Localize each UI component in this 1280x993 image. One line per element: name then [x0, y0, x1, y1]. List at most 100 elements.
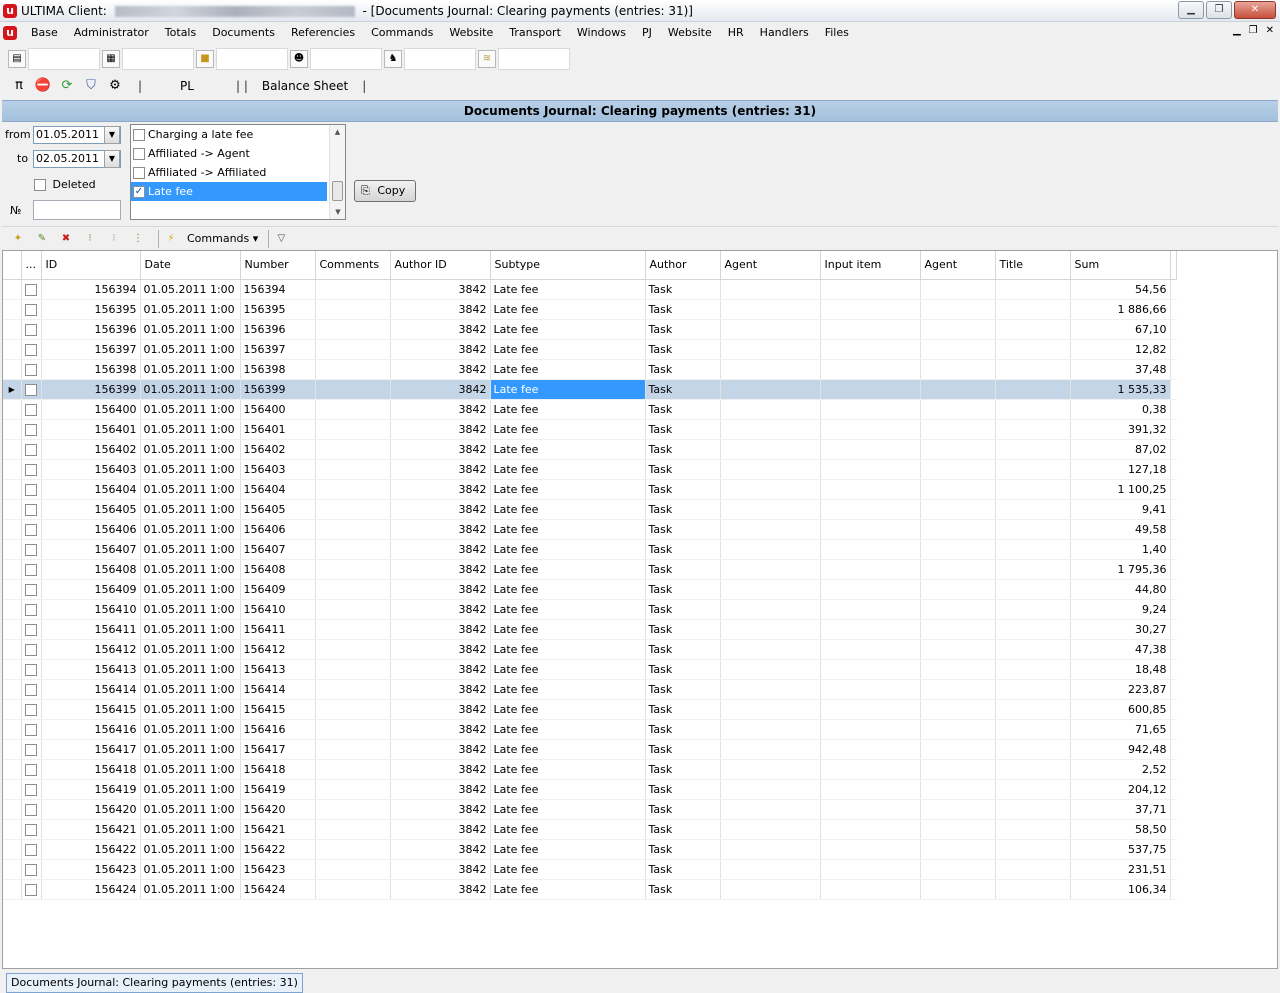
cell-comments[interactable] — [315, 339, 391, 360]
cell-agent-2[interactable] — [920, 699, 996, 720]
menu-item-referencies[interactable]: Referencies — [283, 22, 363, 44]
cell-number[interactable]: 156423 — [240, 859, 316, 880]
cell-number[interactable]: 156394 — [240, 279, 316, 300]
cell-agent[interactable] — [720, 499, 821, 520]
cell-agent-2[interactable] — [920, 319, 996, 340]
cell-date[interactable]: 01.05.2011 1:00 — [140, 399, 241, 420]
cell-author-id[interactable]: 3842 — [390, 839, 491, 860]
cell-author[interactable]: Task — [645, 499, 721, 520]
cell-sum[interactable]: 87,02 — [1070, 439, 1171, 460]
cell-number[interactable]: 156415 — [240, 699, 316, 720]
cell-date[interactable]: 01.05.2011 1:00 — [140, 779, 241, 800]
cell-date[interactable]: 01.05.2011 1:00 — [140, 559, 241, 580]
cell-author[interactable]: Task — [645, 459, 721, 480]
agent-icon[interactable]: ♞ — [384, 50, 402, 68]
number-input[interactable] — [33, 200, 121, 220]
cell-title[interactable] — [995, 859, 1071, 880]
cell-title[interactable] — [995, 659, 1071, 680]
cell-agent[interactable] — [720, 839, 821, 860]
cell-number[interactable]: 156399 — [240, 379, 316, 400]
cell-id[interactable]: 156423 — [41, 859, 141, 880]
cell-agent-2[interactable] — [920, 279, 996, 300]
cell-agent[interactable] — [720, 859, 821, 880]
cell-title[interactable] — [995, 359, 1071, 380]
edit-document-icon[interactable]: ✎ — [34, 231, 50, 247]
cell-subtype[interactable]: Late fee — [490, 419, 646, 440]
table-row[interactable]: 156417 01.05.2011 1:00 156417 3842 Late fee T… — [3, 739, 1177, 760]
cell-id[interactable]: 156422 — [41, 839, 141, 860]
row-checkbox[interactable] — [25, 863, 37, 876]
cell-author[interactable]: Task — [645, 339, 721, 360]
cell-id[interactable]: 156403 — [41, 459, 141, 480]
cell-date[interactable]: 01.05.2011 1:00 — [140, 879, 241, 900]
cell-sum[interactable]: 0,38 — [1070, 399, 1171, 420]
cell-number[interactable]: 156400 — [240, 399, 316, 420]
cell-number[interactable]: 156403 — [240, 459, 316, 480]
cell-input-item[interactable] — [820, 519, 921, 540]
cell-id[interactable]: 156414 — [41, 679, 141, 700]
cell-input-item[interactable] — [820, 759, 921, 780]
cell-number[interactable]: 156411 — [240, 619, 316, 640]
cell-title[interactable] — [995, 839, 1071, 860]
cell-agent-2[interactable] — [920, 459, 996, 480]
row-checkbox[interactable] — [25, 883, 37, 896]
settings-icon[interactable]: ⚙ — [106, 77, 124, 95]
table-row[interactable]: 156414 01.05.2011 1:00 156414 3842 Late fee T… — [3, 679, 1177, 700]
cell-sum[interactable]: 67,10 — [1070, 319, 1171, 340]
cell-comments[interactable] — [315, 499, 391, 520]
cell-title[interactable] — [995, 719, 1071, 740]
subtype-checkbox[interactable] — [133, 148, 145, 160]
cell-subtype[interactable]: Late fee — [490, 439, 646, 460]
row-checkbox[interactable] — [25, 523, 37, 536]
cell-id[interactable]: 156396 — [41, 319, 141, 340]
row-checkbox[interactable] — [25, 643, 37, 656]
cell-number[interactable]: 156398 — [240, 359, 316, 380]
cell-author-id[interactable]: 3842 — [390, 299, 491, 320]
cell-author[interactable]: Task — [645, 799, 721, 820]
row-checkbox[interactable] — [25, 743, 37, 756]
cell-agent-2[interactable] — [920, 819, 996, 840]
cell-input-item[interactable] — [820, 599, 921, 620]
table-row[interactable]: 156423 01.05.2011 1:00 156423 3842 Late fee T… — [3, 859, 1177, 880]
cell-author-id[interactable]: 3842 — [390, 319, 491, 340]
cell-number[interactable]: 156424 — [240, 879, 316, 900]
row-checkbox[interactable] — [25, 703, 37, 716]
cell-number[interactable]: 156396 — [240, 319, 316, 340]
cell-title[interactable] — [995, 399, 1071, 420]
menu-item-base[interactable]: Base — [23, 22, 66, 44]
cell-number[interactable]: 156406 — [240, 519, 316, 540]
cell-title[interactable] — [995, 579, 1071, 600]
cell-title[interactable] — [995, 619, 1071, 640]
cell-comments[interactable] — [315, 859, 391, 880]
column-header-agent[interactable]: Agent — [720, 251, 821, 280]
cell-input-item[interactable] — [820, 499, 921, 520]
cell-number[interactable]: 156416 — [240, 719, 316, 740]
row-checkbox[interactable] — [25, 563, 37, 576]
cell-comments[interactable] — [315, 879, 391, 900]
table-row[interactable]: 156415 01.05.2011 1:00 156415 3842 Late fee T… — [3, 699, 1177, 720]
cell-author-id[interactable]: 3842 — [390, 499, 491, 520]
row-checkbox[interactable] — [25, 843, 37, 856]
quick-field-3[interactable] — [216, 48, 288, 70]
cell-input-item[interactable] — [820, 399, 921, 420]
cell-input-item[interactable] — [820, 419, 921, 440]
cell-author-id[interactable]: 3842 — [390, 339, 491, 360]
scroll-up-icon[interactable]: ▲ — [330, 125, 345, 139]
cell-comments[interactable] — [315, 319, 391, 340]
cell-comments[interactable] — [315, 439, 391, 460]
cell-agent-2[interactable] — [920, 399, 996, 420]
cell-id[interactable]: 156410 — [41, 599, 141, 620]
lightning-icon[interactable]: ⚡ — [163, 231, 179, 247]
cell-author-id[interactable]: 3842 — [390, 559, 491, 580]
row-checkbox[interactable] — [25, 803, 37, 816]
cell-title[interactable] — [995, 299, 1071, 320]
column-header-date[interactable]: Date — [140, 251, 241, 280]
subtype-checkbox[interactable] — [133, 167, 145, 179]
table-row[interactable]: 156395 01.05.2011 1:00 156395 3842 Late fee T… — [3, 299, 1177, 320]
cell-author-id[interactable]: 3842 — [390, 399, 491, 420]
cell-author[interactable]: Task — [645, 879, 721, 900]
table-row[interactable]: 156413 01.05.2011 1:00 156413 3842 Late fee T… — [3, 659, 1177, 680]
cell-title[interactable] — [995, 819, 1071, 840]
table-row[interactable]: 156403 01.05.2011 1:00 156403 3842 Late fee T… — [3, 459, 1177, 480]
cell-id[interactable]: 156412 — [41, 639, 141, 660]
